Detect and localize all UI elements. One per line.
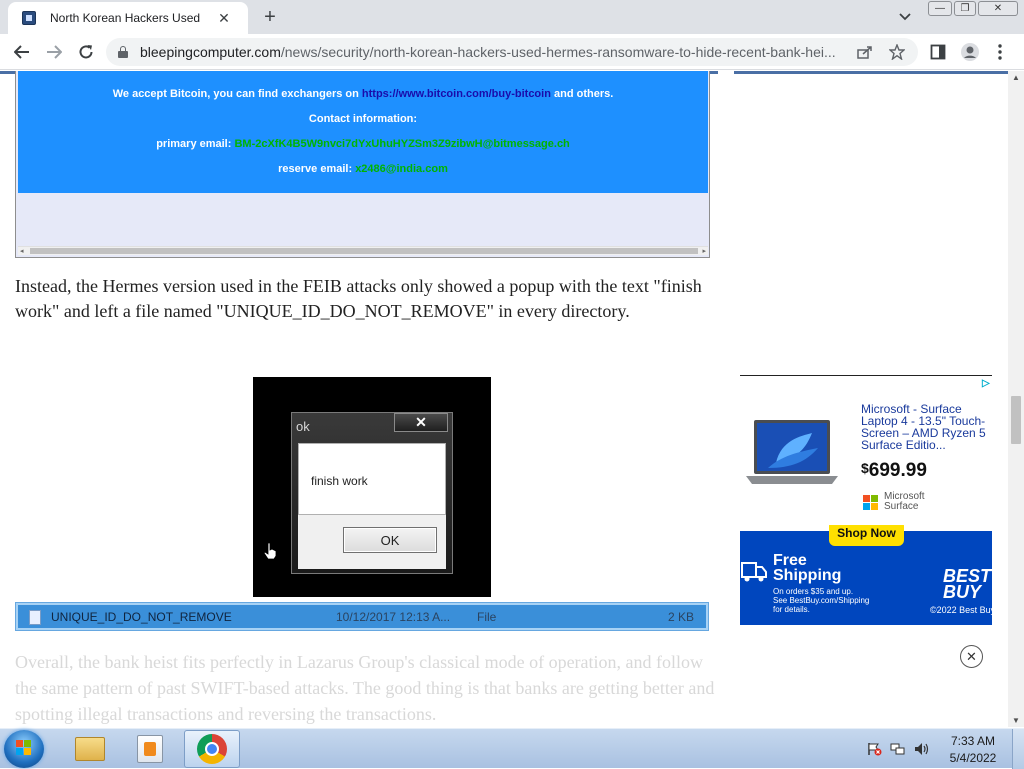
action-center-flag-icon[interactable] — [866, 742, 882, 756]
reserve-email-line: reserve email: x2486@india.com — [278, 163, 448, 175]
microsoft-logo-icon — [863, 495, 879, 511]
back-arrow-icon[interactable] — [10, 40, 34, 64]
ad-brand: Microsoft Surface — [884, 491, 925, 512]
volume-speaker-icon[interactable] — [914, 742, 930, 756]
header-line-gap — [718, 71, 734, 74]
ransom-note-panel: We accept Bitcoin, you can find exchange… — [18, 71, 708, 193]
minimize-button[interactable]: — — [928, 1, 952, 16]
contact-heading: Contact information: — [308, 113, 418, 125]
side-panel-icon[interactable] — [928, 42, 948, 62]
bestbuy-ad[interactable]: Shop Now Free Shipping On orders $35 and … — [740, 525, 992, 625]
tab-search-chevron-icon[interactable] — [894, 8, 916, 26]
popup-close-icon: ✕ — [394, 413, 448, 432]
finish-work-popup-image: ok ✕ finish work OK — [253, 377, 491, 597]
ad-price: $699.99 — [861, 460, 927, 481]
popup-footer: OK — [298, 515, 446, 569]
windows-taskbar: 7:33 AM 5/4/2022 — [0, 728, 1024, 769]
popup-title: ok — [296, 419, 310, 434]
media-player-icon — [137, 735, 163, 763]
scroll-thumb — [30, 248, 698, 254]
reload-icon[interactable] — [74, 40, 98, 64]
primary-email-line: primary email: BM-2cXfK4B5W9nvci7dYxUhuH… — [156, 138, 570, 150]
file-icon — [29, 610, 41, 625]
scroll-down-arrow-icon[interactable]: ▼ — [1012, 716, 1020, 725]
popup-body: finish work — [298, 443, 446, 515]
profile-avatar-icon[interactable] — [960, 42, 980, 62]
faded-article-paragraph: Overall, the bank heist fits perfectly i… — [15, 652, 715, 724]
adchoices-icon[interactable]: ▷ — [982, 378, 992, 390]
popup-dialog: ok ✕ finish work OK — [291, 412, 453, 574]
file-listing-row: UNIQUE_ID_DO_NOT_REMOVE 10/12/2017 12:13… — [15, 602, 709, 631]
taskbar-explorer[interactable] — [62, 730, 118, 768]
bookmark-star-icon[interactable] — [888, 44, 906, 60]
system-clock[interactable]: 7:33 AM 5/4/2022 — [944, 733, 1002, 767]
clock-date: 5/4/2022 — [949, 751, 997, 765]
shipping-details: On orders $35 and up. See BestBuy.com/Shi… — [773, 587, 870, 614]
scroll-left-arrow-icon: ◂ — [20, 248, 24, 255]
file-name: UNIQUE_ID_DO_NOT_REMOVE — [51, 610, 232, 624]
taskbar-media-player[interactable] — [122, 730, 178, 768]
show-desktop-button[interactable] — [1012, 729, 1024, 769]
close-ad-icon[interactable]: ✕ — [960, 645, 983, 668]
primary-email: BM-2cXfK4B5W9nvci7dYxUhuHYZSm3Z9zibwH@bi… — [234, 138, 570, 150]
url-text[interactable]: bleepingcomputer.com/news/security/north… — [140, 44, 850, 60]
image-horizontal-scrollbar: ◂ ▸ — [18, 246, 708, 255]
chrome-icon — [197, 734, 227, 764]
reserve-email: x2486@india.com — [355, 163, 448, 175]
window-close-button[interactable]: ✕ — [978, 1, 1018, 16]
popup-ok-button: OK — [343, 527, 437, 553]
scroll-right-arrow-icon: ▸ — [702, 248, 706, 255]
forward-arrow-icon[interactable] — [42, 40, 66, 64]
tab-title: North Korean Hackers Used Hermes — [50, 11, 200, 25]
scrollbar-thumb[interactable] — [1011, 396, 1021, 444]
file-date: 10/12/2017 12:13 A... — [336, 610, 451, 624]
folder-icon — [75, 737, 105, 761]
ransom-note-image: We accept Bitcoin, you can find exchange… — [15, 71, 710, 258]
network-icon[interactable] — [890, 742, 906, 756]
laptop-product-icon — [746, 420, 838, 484]
tab-strip: North Korean Hackers Used Hermes ✕ + — ❐… — [0, 0, 1024, 34]
scroll-up-arrow-icon[interactable]: ▲ — [1012, 73, 1020, 82]
surface-laptop-ad[interactable]: ▷ Microsoft - Surface Laptop 4 - 13.5" T… — [740, 375, 992, 521]
site-favicon-icon — [22, 11, 36, 25]
share-icon[interactable] — [856, 44, 874, 60]
file-size: 2 KB — [667, 610, 694, 624]
ad-product-title[interactable]: Microsoft - Surface Laptop 4 - 13.5" Tou… — [861, 403, 991, 451]
ransom-bitcoin-line: We accept Bitcoin, you can find exchange… — [112, 88, 614, 100]
article-paragraph: Instead, the Hermes version used in the … — [15, 276, 702, 321]
menu-dots-icon[interactable] — [990, 42, 1010, 62]
taskbar-chrome[interactable] — [184, 730, 240, 768]
tab-close-icon[interactable]: ✕ — [216, 10, 232, 26]
maximize-button[interactable]: ❐ — [954, 1, 976, 16]
browser-tab[interactable]: North Korean Hackers Used Hermes ✕ — [8, 2, 248, 34]
hand-cursor-icon — [263, 542, 277, 560]
bestbuy-copyright: ©2022 Best Buy — [930, 605, 992, 615]
bitcoin-link[interactable]: https://www.bitcoin.com/buy-bitcoin — [361, 88, 551, 100]
bestbuy-logo: BEST BUY — [943, 566, 992, 602]
clock-time: 7:33 AM — [950, 734, 996, 748]
address-bar[interactable]: bleepingcomputer.com/news/security/north… — [106, 38, 918, 66]
free-shipping-headline: Free Shipping — [773, 552, 842, 584]
new-tab-button[interactable]: + — [258, 6, 282, 28]
file-type: File — [477, 610, 497, 624]
start-button[interactable] — [4, 730, 44, 768]
shop-now-button[interactable]: Shop Now — [829, 525, 904, 546]
page-vertical-scrollbar[interactable]: ▲ ▼ — [1008, 71, 1024, 727]
page-viewport: We accept Bitcoin, you can find exchange… — [0, 71, 1008, 727]
shipping-box-icon — [741, 562, 767, 582]
windows-logo-icon — [16, 740, 32, 756]
lock-icon[interactable] — [118, 46, 128, 58]
browser-toolbar: bleepingcomputer.com/news/security/north… — [0, 34, 1024, 70]
popup-message: finish work — [311, 474, 368, 488]
